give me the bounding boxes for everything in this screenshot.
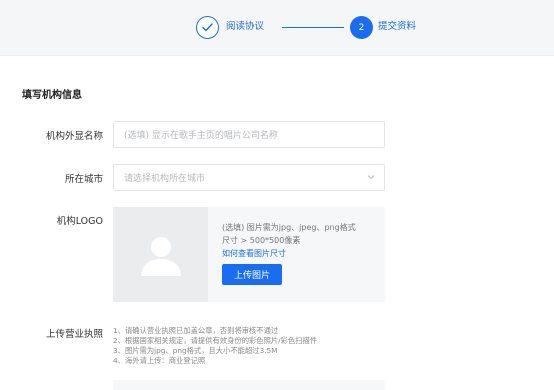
logo-hint-size: 尺寸 > 500*500像素 [222,236,301,245]
license-note: 3、图片需为jpg、png格式，且大小不能超过3.5M [113,346,278,355]
license-upload-panel[interactable] [113,380,385,390]
display-name-label: 机构外显名称 [45,131,103,142]
license-note: 2、根据国家相关规定，请提供有效身份的彩色照片/彩色扫描件 [113,336,318,345]
step-connector [282,27,344,28]
user-silhouette-icon [140,236,181,276]
license-note: 1、请确认营业执照已加盖公章，否则将审核不通过 [113,326,279,335]
logo-hint-format: (选填) 图片需为jpg、jpeg、png格式 [222,223,356,232]
logo-label: 机构LOGO [56,216,103,227]
step-2-label: 提交资料 [378,21,417,32]
step-1-label: 阅读协议 [226,21,265,32]
step-1-complete-indicator [196,16,219,39]
logo-info: (选填) 图片需为jpg、jpeg、png格式 尺寸 > 500*500像素 如… [222,221,382,285]
upload-image-button[interactable]: 上传图片 [222,264,282,285]
section-title: 填写机构信息 [22,90,82,101]
progress-stepper: 阅读协议 2 提交资料 [0,0,554,56]
city-label: 所在城市 [64,174,103,185]
step-2-number: 2 [358,22,365,33]
display-name-placeholder: (选填) 显示在歌手主页的唱片公司名称 [124,131,278,141]
step-2-active-indicator: 2 [350,16,373,39]
city-placeholder: 请选择机构所在城市 [124,174,206,184]
display-name-input[interactable]: (选填) 显示在歌手主页的唱片公司名称 [113,121,385,148]
license-label: 上传营业执照 [45,329,103,340]
logo-preview[interactable] [113,207,208,302]
image-size-help-link[interactable]: 如何查看图片尺寸 [222,247,382,260]
license-note: 4、海外请上传：商业登记照 [113,356,206,365]
check-icon [202,23,213,32]
license-notes: 1、请确认营业执照已加盖公章，否则将审核不通过 2、根据国家相关规定，请提供有效… [113,326,317,366]
city-select[interactable]: 请选择机构所在城市 [113,164,385,191]
chevron-down-icon [367,175,375,180]
logo-upload-panel: (选填) 图片需为jpg、jpeg、png格式 尺寸 > 500*500像素 如… [113,207,385,302]
